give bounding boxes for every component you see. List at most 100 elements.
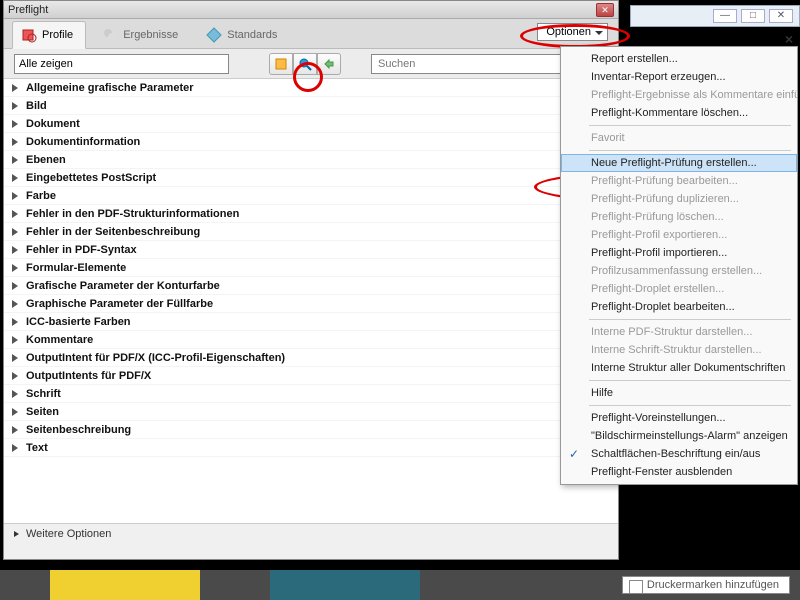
menu-item[interactable]: Preflight-Kommentare löschen...: [561, 104, 797, 122]
status-button[interactable]: Druckermarken hinzufügen: [622, 576, 790, 594]
menu-separator: [589, 319, 791, 320]
tree-item[interactable]: Fehler in der Seitenbeschreibung: [4, 223, 618, 241]
menu-item: Preflight-Profil exportieren...: [561, 226, 797, 244]
menu-item[interactable]: ✓Schaltflächen-Beschriftung ein/aus: [561, 445, 797, 463]
toolbar-button-1[interactable]: [269, 53, 293, 75]
tree-item[interactable]: Eingebettetes PostScript: [4, 169, 618, 187]
menu-item: Favorit: [561, 129, 797, 147]
tree-item[interactable]: Dokumentinformation: [4, 133, 618, 151]
tree-item[interactable]: Schrift: [4, 385, 618, 403]
chevron-right-icon: [12, 390, 22, 398]
tree-item[interactable]: Grafische Parameter der Konturfarbe: [4, 277, 618, 295]
close-icon[interactable]: ✕: [596, 3, 614, 17]
menu-separator: [589, 150, 791, 151]
tree-item[interactable]: Bild: [4, 97, 618, 115]
chevron-right-icon: [12, 264, 22, 272]
menu-item[interactable]: Neue Preflight-Prüfung erstellen...: [561, 154, 797, 172]
menu-item: Preflight-Prüfung löschen...: [561, 208, 797, 226]
toolbar-button-3[interactable]: [317, 53, 341, 75]
tree-item[interactable]: Formular-Elemente: [4, 259, 618, 277]
menu-close-icon[interactable]: ×: [785, 31, 793, 47]
chevron-right-icon: [12, 246, 22, 254]
tab-label: Standards: [227, 29, 277, 41]
category-tree[interactable]: Allgemeine grafische ParameterBildDokume…: [4, 79, 618, 524]
filter-dropdown[interactable]: [14, 54, 229, 74]
window-title: Preflight: [8, 4, 48, 16]
menu-item: Preflight-Droplet erstellen...: [561, 280, 797, 298]
menu-separator: [589, 405, 791, 406]
check-icon: ✓: [569, 447, 579, 461]
menu-item: Interne PDF-Struktur darstellen...: [561, 323, 797, 341]
results-icon: [102, 27, 118, 43]
menu-separator: [589, 125, 791, 126]
menu-item: Preflight-Prüfung bearbeiten...: [561, 172, 797, 190]
maximize-button[interactable]: □: [741, 9, 765, 23]
tree-item[interactable]: Graphische Parameter der Füllfarbe: [4, 295, 618, 313]
tree-item[interactable]: Text: [4, 439, 618, 457]
title-bar: Preflight ✕: [4, 1, 618, 19]
options-menu: × Report erstellen...Inventar-Report erz…: [560, 46, 798, 485]
background-window-controls: — □ ✕: [630, 5, 800, 27]
tab-label: Profile: [42, 29, 73, 41]
tree-item[interactable]: Farbe: [4, 187, 618, 205]
chevron-right-icon: [12, 282, 22, 290]
tree-item[interactable]: Seitenbeschreibung: [4, 421, 618, 439]
tree-item[interactable]: Kommentare: [4, 331, 618, 349]
menu-item[interactable]: "Bildschirmeinstellungs-Alarm" anzeigen: [561, 427, 797, 445]
tree-item[interactable]: OutputIntents für PDF/X: [4, 367, 618, 385]
close-button[interactable]: ✕: [769, 9, 793, 23]
chevron-right-icon: [12, 102, 22, 110]
chevron-right-icon: [12, 120, 22, 128]
chevron-right-icon: [12, 444, 22, 452]
tree-item[interactable]: Allgemeine grafische Parameter: [4, 79, 618, 97]
chevron-right-icon: [12, 156, 22, 164]
chevron-right-icon: [12, 210, 22, 218]
chevron-right-icon: [12, 426, 22, 434]
standards-icon: [206, 27, 222, 43]
toolbar-buttons: [269, 53, 341, 75]
app-bottom-bar: Druckermarken hinzufügen: [0, 570, 800, 600]
chevron-right-icon: [14, 531, 22, 537]
menu-item[interactable]: Inventar-Report erzeugen...: [561, 68, 797, 86]
chevron-right-icon: [12, 318, 22, 326]
options-button[interactable]: Optionen: [537, 23, 608, 41]
chevron-right-icon: [12, 354, 22, 362]
menu-item: Preflight-Prüfung duplizieren...: [561, 190, 797, 208]
tree-item[interactable]: Seiten: [4, 403, 618, 421]
tree-item[interactable]: OutputIntent für PDF/X (ICC-Profil-Eigen…: [4, 349, 618, 367]
tab-profile[interactable]: Profile: [12, 21, 86, 49]
preflight-window: Preflight ✕ Profile Ergebnisse Standards…: [3, 0, 619, 560]
menu-item[interactable]: Preflight-Fenster ausblenden: [561, 463, 797, 481]
chevron-right-icon: [12, 228, 22, 236]
menu-item[interactable]: Preflight-Droplet bearbeiten...: [561, 298, 797, 316]
tree-item[interactable]: Fehler in PDF-Syntax: [4, 241, 618, 259]
chevron-right-icon: [12, 300, 22, 308]
chevron-right-icon: [12, 174, 22, 182]
toolbar: [4, 49, 618, 79]
menu-item[interactable]: Interne Struktur aller Dokumentschriften: [561, 359, 797, 377]
menu-item[interactable]: Hilfe: [561, 384, 797, 402]
minimize-button[interactable]: —: [713, 9, 737, 23]
tree-item[interactable]: ICC-basierte Farben: [4, 313, 618, 331]
chevron-right-icon: [12, 192, 22, 200]
toolbar-button-2[interactable]: [293, 53, 317, 75]
chevron-right-icon: [12, 84, 22, 92]
tree-item[interactable]: Fehler in den PDF-Strukturinformationen: [4, 205, 618, 223]
menu-item[interactable]: Report erstellen...: [561, 50, 797, 68]
menu-item: Interne Schrift-Struktur darstellen...: [561, 341, 797, 359]
profile-icon: [21, 27, 37, 43]
tree-item[interactable]: Ebenen: [4, 151, 618, 169]
tree-item[interactable]: Dokument: [4, 115, 618, 133]
chevron-right-icon: [12, 372, 22, 380]
menu-item[interactable]: Preflight-Voreinstellungen...: [561, 409, 797, 427]
tab-label: Ergebnisse: [123, 29, 178, 41]
chevron-right-icon: [12, 138, 22, 146]
tab-strip: Profile Ergebnisse Standards Optionen: [4, 19, 618, 49]
tab-standards[interactable]: Standards: [198, 22, 289, 48]
more-options[interactable]: Weitere Optionen: [4, 524, 618, 544]
tab-results[interactable]: Ergebnisse: [94, 22, 190, 48]
menu-separator: [589, 380, 791, 381]
menu-item: Profilzusammenfassung erstellen...: [561, 262, 797, 280]
menu-item[interactable]: Preflight-Profil importieren...: [561, 244, 797, 262]
menu-item: Preflight-Ergebnisse als Kommentare einf…: [561, 86, 797, 104]
